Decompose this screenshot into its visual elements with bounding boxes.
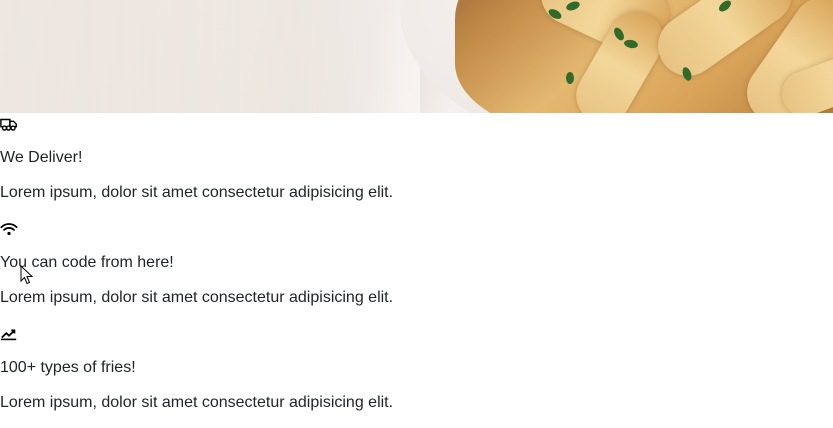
- truck-icon: [0, 118, 17, 131]
- hero-image: [0, 0, 833, 113]
- feature-title: 100+ types of fries!: [0, 359, 136, 376]
- features-list: We Deliver! Lorem ipsum, dolor sit amet …: [0, 113, 833, 428]
- feature-wifi: You can code from here! Lorem ipsum, dol…: [0, 218, 833, 323]
- mouse-cursor-icon: [20, 265, 34, 285]
- feature-title: We Deliver!: [0, 149, 83, 166]
- chart-line-icon: [0, 329, 17, 341]
- feature-description: Lorem ipsum, dolor sit amet consectetur …: [0, 184, 394, 201]
- feature-description: Lorem ipsum, dolor sit amet consectetur …: [0, 289, 394, 306]
- feature-description: Lorem ipsum, dolor sit amet consectetur …: [0, 394, 394, 411]
- wifi-icon: [0, 223, 18, 236]
- feature-fries: 100+ types of fries! Lorem ipsum, dolor …: [0, 323, 833, 428]
- feature-delivery: We Deliver! Lorem ipsum, dolor sit amet …: [0, 113, 833, 218]
